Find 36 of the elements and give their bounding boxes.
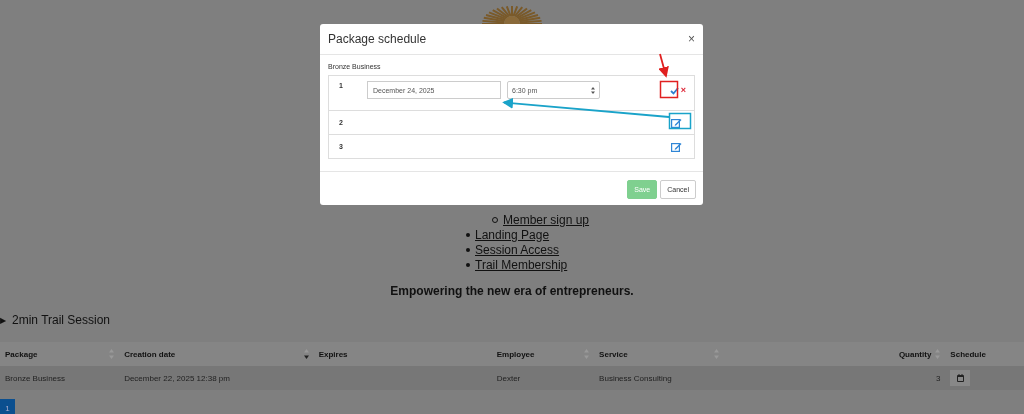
edit-button[interactable] — [671, 141, 682, 152]
bullet-icon — [466, 262, 470, 267]
annotation-arrow — [658, 53, 669, 78]
bullet-icon — [466, 247, 470, 252]
column-header[interactable]: Package — [5, 349, 38, 359]
table-cell: Bronze Business — [5, 373, 66, 383]
menu-link[interactable]: Landing Page — [475, 227, 550, 242]
menu-link[interactable]: Trail Membership — [475, 257, 568, 272]
column-header[interactable]: Schedule — [950, 349, 986, 359]
schedule-button[interactable] — [950, 370, 971, 386]
table-cell: Business Consulting — [599, 373, 672, 383]
page-button[interactable]: 1 — [0, 399, 15, 414]
menu-link[interactable]: Session Access — [475, 242, 560, 257]
column-header[interactable]: Service — [599, 349, 628, 359]
edit-button[interactable] — [671, 117, 682, 128]
menu-link[interactable]: Member sign up — [503, 212, 590, 227]
bullet-icon — [466, 232, 470, 237]
dialog-title: Package schedule — [328, 32, 427, 46]
calendar-icon — [956, 374, 964, 382]
column-header[interactable]: Expires — [318, 349, 348, 359]
table-cell: 3 — [935, 373, 941, 383]
table-cell: December 22, 2025 12:38 pm — [124, 373, 230, 383]
highlight-frame — [659, 80, 679, 99]
cancel-edit-button[interactable]: × — [678, 85, 686, 95]
select-arrows-icon — [591, 86, 595, 94]
column-header[interactable]: Quantity — [898, 349, 932, 359]
close-button[interactable]: × — [688, 32, 695, 46]
details-summary[interactable]: 2min Trail Session — [12, 313, 111, 327]
table-cell: Dexter — [496, 373, 521, 383]
column-header[interactable]: Employee — [496, 349, 535, 359]
sort-icon[interactable] — [303, 349, 309, 359]
column-header[interactable]: Creation date — [124, 349, 176, 359]
confirm-button[interactable] — [669, 87, 679, 95]
tagline: Empowering the new era of entrepreneurs. — [389, 284, 635, 298]
highlight-frame — [668, 112, 692, 130]
disclosure-marker[interactable]: ▶ — [0, 315, 6, 325]
